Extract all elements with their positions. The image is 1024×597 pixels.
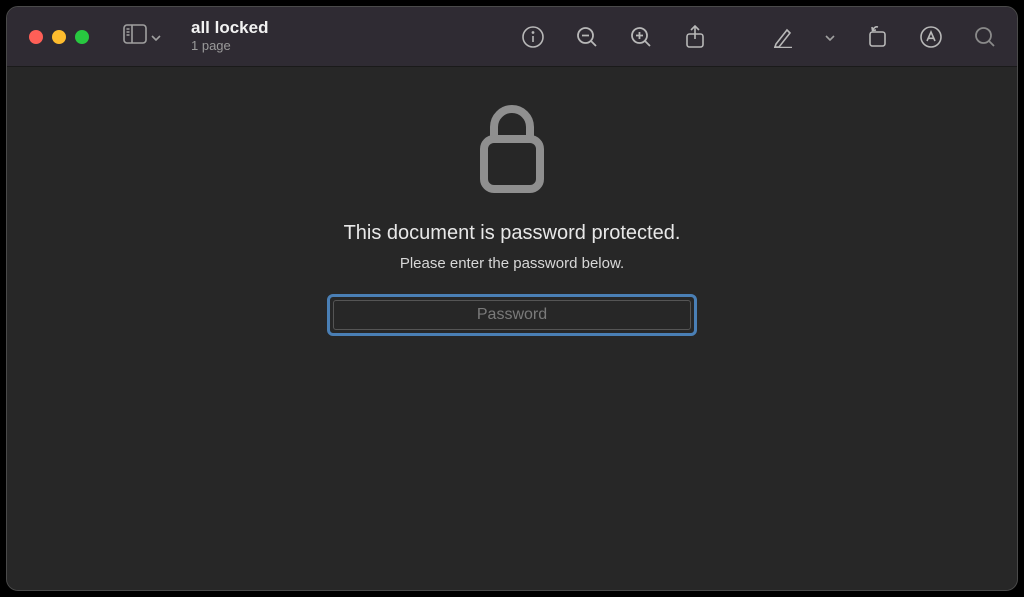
search-button[interactable]	[971, 23, 999, 51]
document-subtitle: 1 page	[191, 38, 268, 54]
share-icon	[684, 25, 706, 49]
info-icon	[522, 26, 544, 48]
password-prompt-panel: This document is password protected. Ple…	[327, 103, 697, 336]
close-window-button[interactable]	[29, 30, 43, 44]
content-area: This document is password protected. Ple…	[7, 67, 1017, 590]
highlight-options-button[interactable]	[823, 28, 837, 46]
password-input[interactable]	[333, 300, 691, 330]
zoom-in-icon	[630, 26, 652, 48]
sidebar-toggle-button[interactable]	[123, 24, 161, 49]
markup-button[interactable]	[917, 23, 945, 51]
password-heading: This document is password protected.	[344, 222, 681, 245]
maximize-window-button[interactable]	[75, 30, 89, 44]
document-title: all locked	[191, 19, 268, 38]
zoom-out-button[interactable]	[573, 23, 601, 51]
window-controls	[29, 30, 89, 44]
password-subtext: Please enter the password below.	[400, 255, 624, 272]
chevron-down-icon	[151, 28, 161, 46]
chevron-down-icon	[825, 28, 835, 46]
pencil-icon	[772, 26, 794, 48]
password-field-wrapper	[327, 294, 697, 336]
title-block: all locked 1 page	[191, 19, 268, 53]
sidebar-icon	[123, 24, 147, 49]
markup-icon	[920, 26, 942, 48]
rotate-button[interactable]	[863, 23, 891, 51]
share-button[interactable]	[681, 23, 709, 51]
rotate-icon	[866, 26, 888, 48]
zoom-out-icon	[576, 26, 598, 48]
highlight-button[interactable]	[769, 23, 797, 51]
zoom-in-button[interactable]	[627, 23, 655, 51]
lock-icon	[476, 103, 548, 200]
minimize-window-button[interactable]	[52, 30, 66, 44]
search-icon	[974, 26, 996, 48]
toolbar: all locked 1 page	[7, 7, 1017, 67]
info-button[interactable]	[519, 23, 547, 51]
app-window: all locked 1 page	[6, 6, 1018, 591]
toolbar-actions	[519, 23, 999, 51]
